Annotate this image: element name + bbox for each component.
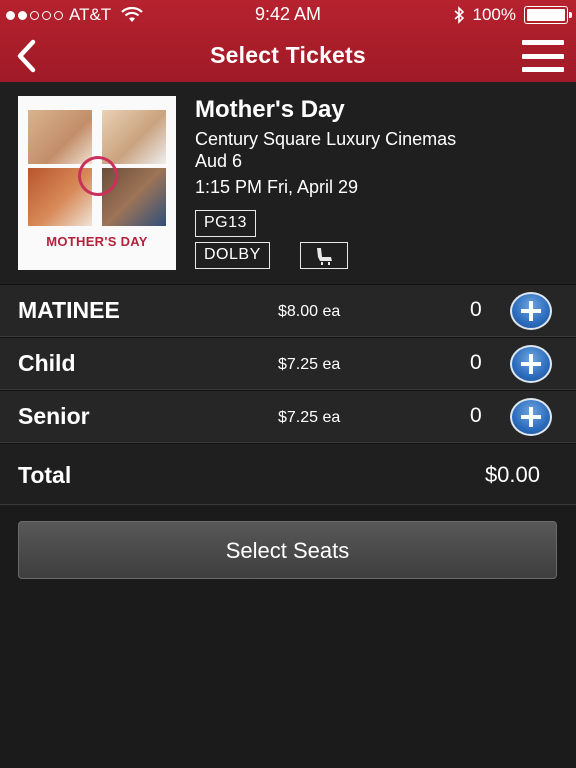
- ticket-quantity: 0: [470, 404, 482, 427]
- hamburger-menu-icon-bar: [522, 53, 564, 59]
- page-title: Select Tickets: [210, 42, 366, 68]
- ticket-list: MATINEE $8.00 ea 0 Child $7.25 ea 0 Seni…: [0, 284, 576, 443]
- ticket-price: $7.25 ea: [278, 356, 341, 373]
- rating-badge: PG13: [195, 210, 256, 237]
- battery-fill: [527, 9, 565, 21]
- poster-title: MOTHER'S DAY: [46, 234, 148, 249]
- app-header: AT&T 9:42 AM 100% Select Tickets: [0, 0, 576, 82]
- menu-button[interactable]: [522, 40, 564, 72]
- total-value: $0.00: [484, 462, 540, 487]
- status-bar: AT&T 9:42 AM 100%: [0, 0, 576, 30]
- movie-info: MOTHER'S DAY Mother's Day Century Square…: [0, 82, 576, 284]
- showtime: 1:15 PM Fri, April 29: [195, 177, 359, 197]
- ticket-quantity: 0: [470, 298, 482, 321]
- nav-bar: Select Tickets: [0, 30, 576, 82]
- total-label: Total: [18, 462, 72, 488]
- add-ticket-button[interactable]: [510, 398, 552, 436]
- poster-photo: [28, 110, 92, 164]
- ticket-type: Child: [18, 350, 76, 376]
- hamburger-menu-icon-bar: [522, 40, 564, 45]
- ticket-type: MATINEE: [18, 297, 120, 323]
- movie-poster[interactable]: MOTHER'S DAY: [18, 96, 176, 270]
- ticket-quantity: 0: [470, 351, 482, 374]
- bluetooth-icon: [453, 6, 464, 24]
- status-right: 100%: [453, 5, 572, 25]
- ticket-price: $8.00 ea: [278, 303, 341, 320]
- add-ticket-button[interactable]: [510, 345, 552, 383]
- format-badge: DOLBY: [195, 242, 270, 269]
- ticket-price: $7.25 ea: [278, 409, 341, 426]
- hamburger-menu-icon-bar: [522, 67, 564, 72]
- add-ticket-button[interactable]: [510, 292, 552, 330]
- ticket-type: Senior: [18, 403, 90, 429]
- battery-icon: [524, 6, 572, 24]
- recliner-seat-icon: [317, 247, 332, 265]
- select-seats-button[interactable]: Select Seats: [18, 521, 557, 579]
- seat-type-badge: [300, 242, 348, 269]
- ticket-row-matinee: MATINEE $8.00 ea 0: [0, 284, 576, 337]
- auditorium: Aud 6: [195, 151, 243, 171]
- battery-percent: 100%: [472, 5, 516, 24]
- total-row: Total $0.00: [0, 443, 576, 505]
- theater-name: Century Square Luxury Cinemas: [195, 129, 457, 149]
- movie-title: Mother's Day: [195, 96, 345, 123]
- ticket-row-child: Child $7.25 ea 0: [0, 337, 576, 390]
- poster-photo: [102, 110, 166, 164]
- ticket-row-senior: Senior $7.25 ea 0: [0, 390, 576, 443]
